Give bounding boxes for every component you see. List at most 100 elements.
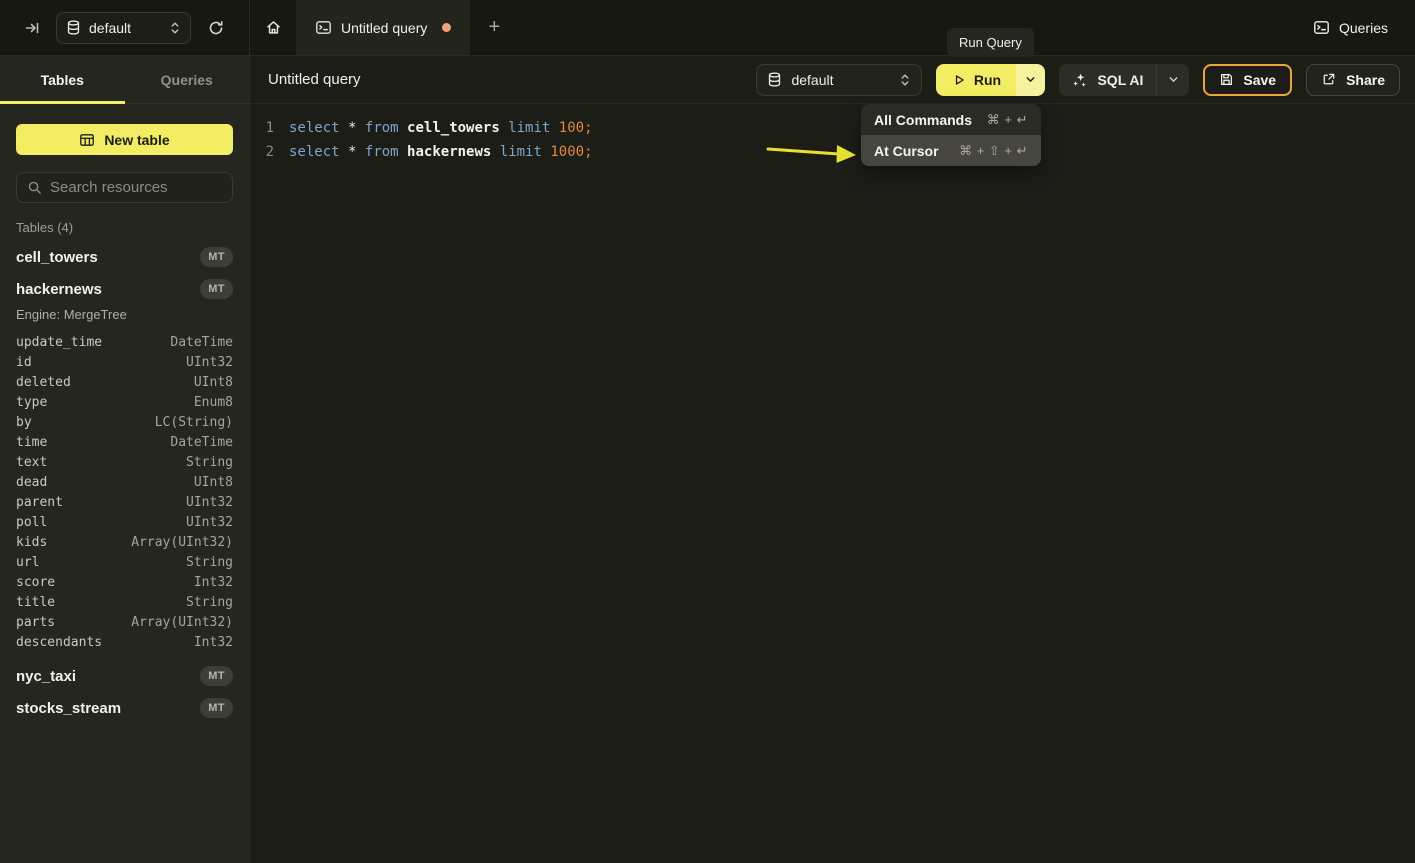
code-content: select * from hackernews limit 1000; [289, 144, 593, 160]
queries-icon [1313, 19, 1330, 36]
code-token: from [365, 144, 399, 160]
database-icon [66, 20, 81, 35]
tables-list: cell_towersMThackernewsMTEngine: MergeTr… [0, 235, 249, 724]
code-token [356, 120, 364, 136]
sql-editor[interactable]: 1select * from cell_towers limit 100;2se… [250, 104, 1415, 164]
chevron-down-icon [1168, 74, 1179, 85]
table-row[interactable]: nyc_taxiMT [16, 660, 233, 692]
play-icon [952, 73, 966, 87]
terminal-icon [315, 19, 332, 36]
updown-chevrons-icon [169, 21, 181, 35]
column-row[interactable]: partsArray(UInt32) [16, 612, 233, 632]
column-name: url [16, 555, 39, 570]
code-token: limit [500, 144, 542, 160]
database-icon [767, 72, 782, 87]
topbar-database-selector[interactable]: default [56, 12, 191, 44]
sql-ai-button[interactable]: SQL AI [1059, 64, 1156, 96]
save-button[interactable]: Save [1203, 64, 1292, 96]
table-name: hackernews [16, 281, 102, 298]
column-name: update_time [16, 335, 102, 350]
code-token [340, 144, 348, 160]
engine-badge: MT [200, 698, 233, 718]
column-name: descendants [16, 635, 102, 650]
column-name: title [16, 595, 55, 610]
menu-item-label: All Commands [874, 112, 972, 128]
column-row[interactable]: descendantsInt32 [16, 632, 233, 652]
code-token [356, 144, 364, 160]
code-token [399, 144, 407, 160]
code-token: ; [584, 144, 592, 160]
column-name: by [16, 415, 32, 430]
sql-ai-button-group: SQL AI [1059, 64, 1189, 96]
column-row[interactable]: timeDateTime [16, 432, 233, 452]
tab-untitled-query[interactable]: Untitled query [296, 0, 470, 55]
run-button-label: Run [974, 72, 1001, 88]
column-row[interactable]: pollUInt32 [16, 512, 233, 532]
column-row[interactable]: scoreInt32 [16, 572, 233, 592]
tab-label: Untitled query [341, 20, 427, 36]
engine-label: Engine: MergeTree [16, 305, 233, 326]
code-token: 100 [559, 120, 584, 136]
column-row[interactable]: by LC(String) [16, 412, 233, 432]
run-query-tooltip: Run Query [947, 28, 1034, 57]
search-input[interactable] [50, 179, 222, 196]
table-row[interactable]: cell_towers MT [16, 241, 233, 273]
table-row[interactable]: stocks_streamMT [16, 692, 233, 724]
column-row[interactable]: titleString [16, 592, 233, 612]
code-token: limit [508, 120, 550, 136]
run-button[interactable]: Run [936, 64, 1016, 96]
column-name: poll [16, 515, 47, 530]
column-row[interactable]: urlString [16, 552, 233, 572]
new-table-button[interactable]: New table [16, 124, 233, 155]
share-button[interactable]: Share [1306, 64, 1400, 96]
code-token [550, 120, 558, 136]
column-row[interactable]: kidsArray(UInt32) [16, 532, 233, 552]
column-row[interactable]: textString [16, 452, 233, 472]
table-name: nyc_taxi [16, 668, 76, 685]
home-icon[interactable] [250, 0, 296, 55]
column-type: UInt32 [186, 495, 233, 510]
new-tab-button[interactable]: + [470, 0, 518, 55]
code-line: 2select * from hackernews limit 1000; [250, 140, 1415, 164]
refresh-icon[interactable] [207, 19, 225, 37]
unsaved-dot [442, 23, 451, 32]
column-row[interactable]: typeEnum8 [16, 392, 233, 412]
save-button-label: Save [1243, 72, 1276, 88]
column-type: LC(String) [155, 415, 233, 430]
menu-item-shortcut: ⌘ + ⇧ + ↵ [959, 143, 1028, 159]
table-row[interactable]: hackernewsMT [16, 273, 233, 305]
query-title: Untitled query [268, 71, 361, 88]
column-row[interactable]: update_timeDateTime [16, 332, 233, 352]
column-row[interactable]: deadUInt8 [16, 472, 233, 492]
toolbar-controls: default Run [756, 64, 1400, 96]
updown-chevrons-icon [899, 73, 911, 87]
column-name: type [16, 395, 47, 410]
column-name: parent [16, 495, 63, 510]
run-options-button[interactable] [1016, 64, 1045, 96]
engine-badge: MT [200, 247, 233, 267]
toolbar-database-value: default [791, 72, 833, 88]
share-button-label: Share [1346, 72, 1385, 88]
toolbar-database-selector[interactable]: default [756, 64, 922, 96]
column-name: dead [16, 475, 47, 490]
sidebar-tab-queries[interactable]: Queries [125, 56, 250, 103]
column-row[interactable]: deletedUInt8 [16, 372, 233, 392]
run-menu-item-all-commands[interactable]: All Commands⌘ + ↵ [861, 104, 1041, 135]
code-content: select * from cell_towers limit 100; [289, 120, 593, 136]
column-row[interactable]: idUInt32 [16, 352, 233, 372]
queries-button[interactable]: Queries [1313, 0, 1415, 55]
code-token [399, 120, 407, 136]
run-options-menu: All Commands⌘ + ↵At Cursor⌘ + ⇧ + ↵ [861, 104, 1041, 166]
code-token: hackernews [407, 144, 491, 160]
sidebar-tab-tables[interactable]: Tables [0, 56, 125, 103]
column-row[interactable]: parent UInt32 [16, 492, 233, 512]
column-type: UInt32 [186, 355, 233, 370]
column-type: UInt8 [194, 375, 233, 390]
table-name: cell_towers [16, 249, 98, 266]
collapse-sidebar-icon[interactable] [24, 20, 40, 36]
table-icon [79, 132, 95, 148]
sql-ai-options-button[interactable] [1156, 64, 1189, 96]
run-menu-item-at-cursor[interactable]: At Cursor⌘ + ⇧ + ↵ [861, 135, 1041, 166]
code-token: select [289, 144, 340, 160]
topbar-database-value: default [89, 20, 131, 36]
